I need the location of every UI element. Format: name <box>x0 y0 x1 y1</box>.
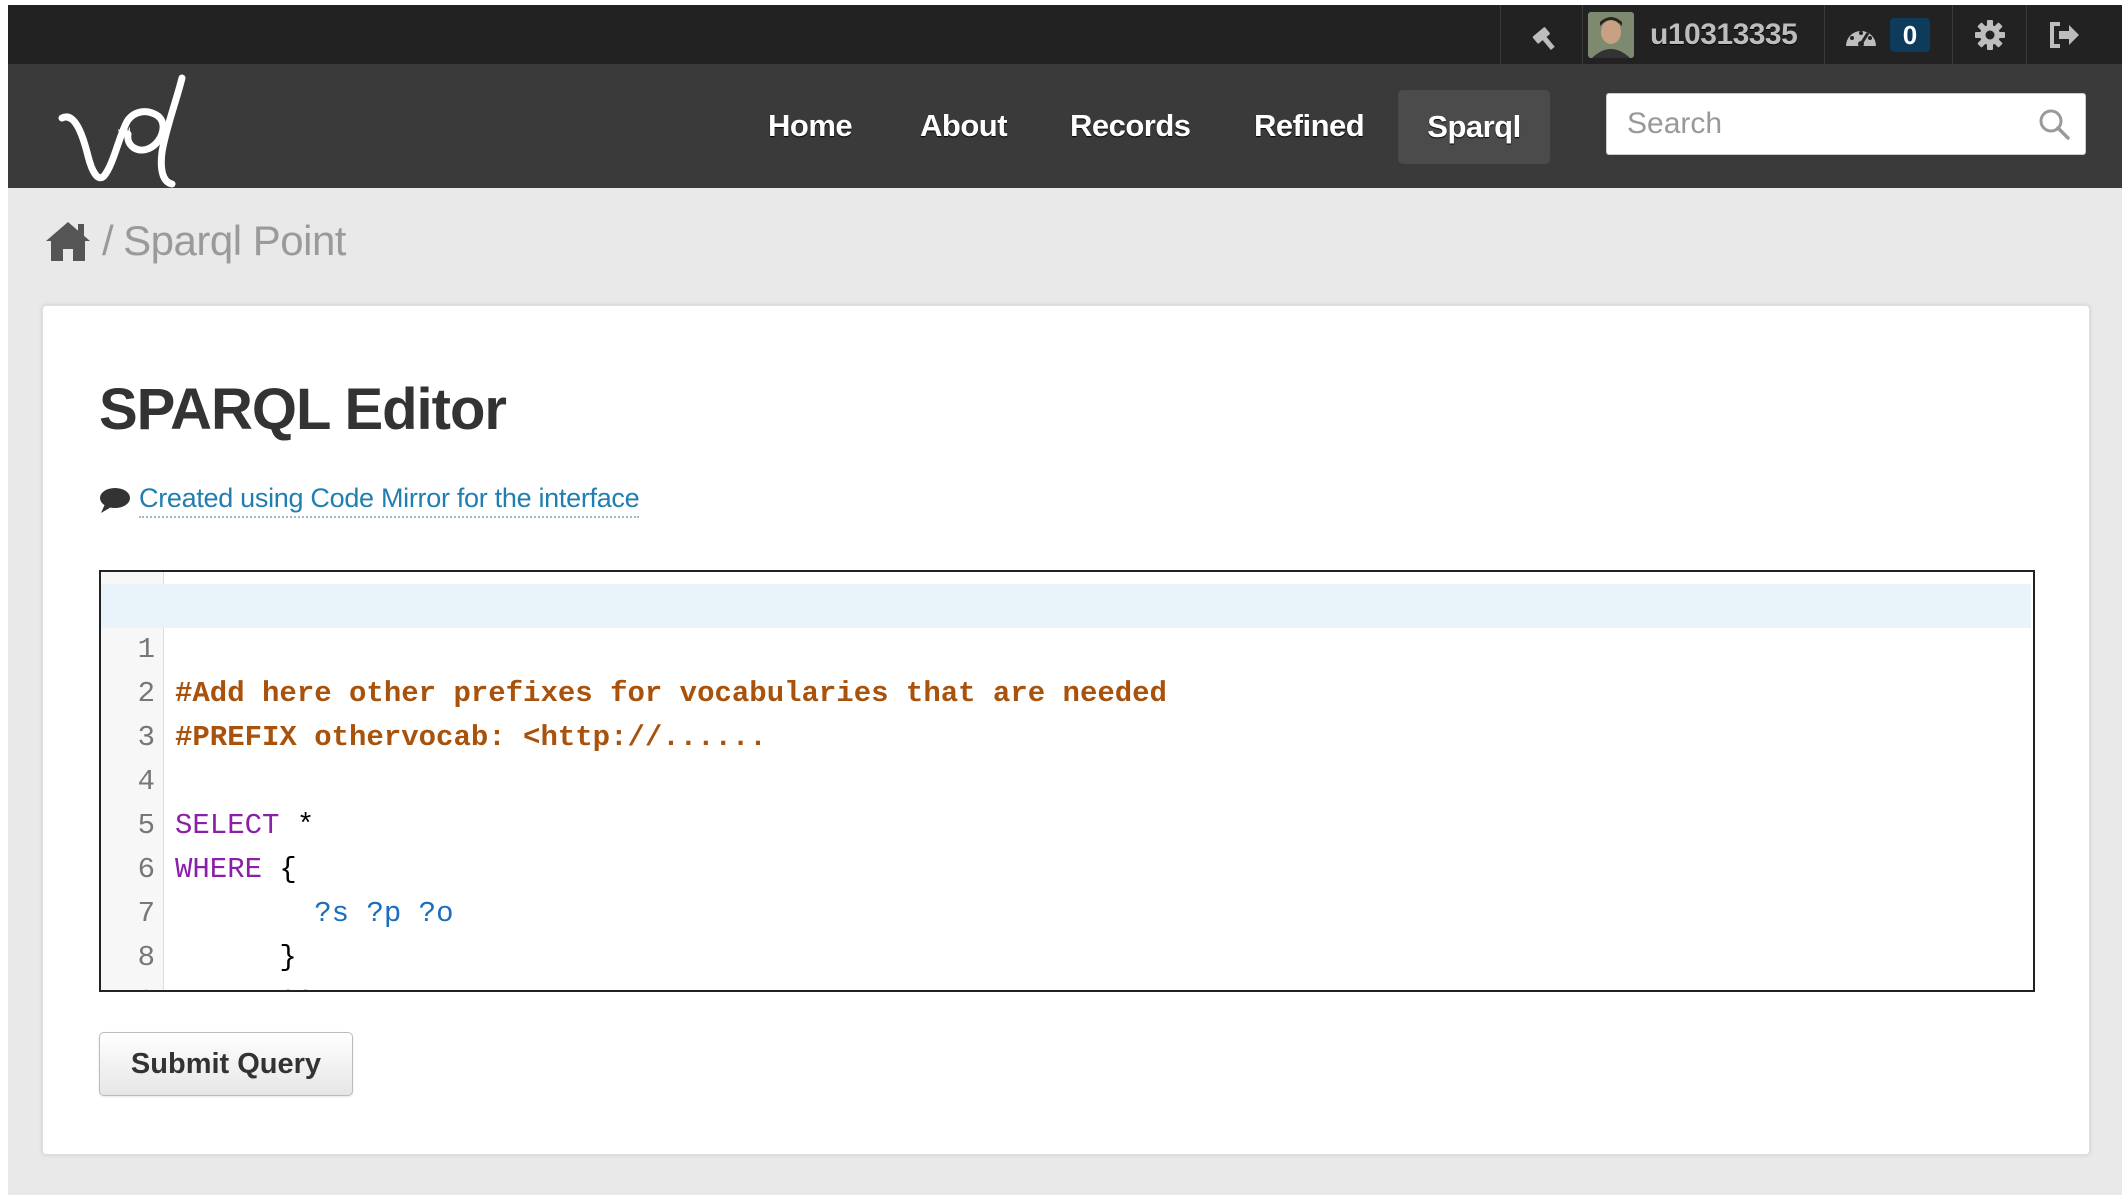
breadcrumb: / Sparql Point <box>44 211 346 271</box>
code-line: 5 WHERE { <box>101 760 2031 886</box>
user-menu[interactable]: u10313335 <box>1588 5 1798 64</box>
search-input[interactable] <box>1607 94 2027 154</box>
sparql-code-editor[interactable]: 1 #Add here other prefixes for vocabular… <box>99 570 2035 992</box>
dashboard-icon[interactable] <box>1834 5 1888 64</box>
code-line: 8 LIMIT 20 <box>101 892 2031 990</box>
top-utility-bar: u10313335 0 <box>8 5 2122 65</box>
comment-icon <box>100 488 130 513</box>
nav-sparql[interactable]: Sparql <box>1398 90 1550 164</box>
nav-records[interactable]: Records <box>1070 64 1191 188</box>
code-line: 4 SELECT * <box>101 716 2031 842</box>
gear-icon[interactable] <box>1962 5 2018 64</box>
code-line: 2 #PREFIX othervocab: <http://...... <box>101 628 2031 754</box>
nav-home[interactable]: Home <box>768 64 853 188</box>
divider <box>1824 5 1825 64</box>
nav-about[interactable]: About <box>920 64 1008 188</box>
site-logo[interactable]: vd <box>54 72 194 190</box>
logout-icon[interactable] <box>2036 5 2092 64</box>
nav-refined[interactable]: Refined <box>1254 64 1365 188</box>
divider <box>1582 5 1583 64</box>
divider <box>1500 5 1501 64</box>
home-icon[interactable] <box>44 219 92 263</box>
code-line: 6 ?s ?p ?o <box>101 804 2031 930</box>
code-line: 7 } <box>101 848 2031 974</box>
divider <box>2026 5 2027 64</box>
page: u10313335 0 vd Home About Records Refine… <box>8 5 2122 1195</box>
code-line: 9 <box>101 936 2031 990</box>
main-navbar: vd Home About Records Refined Sparql <box>8 64 2122 188</box>
page-title: SPARQL Editor <box>99 377 507 442</box>
search-box <box>1606 93 2086 155</box>
search-icon[interactable] <box>2037 107 2071 141</box>
code-line: 1 #Add here other prefixes for vocabular… <box>101 584 2031 710</box>
divider <box>1952 5 1953 64</box>
username[interactable]: u10313335 <box>1650 18 1798 52</box>
hammer-icon[interactable] <box>1520 5 1574 64</box>
breadcrumb-current: Sparql Point <box>123 217 346 264</box>
content-panel: SPARQL Editor Created using Code Mirror … <box>42 305 2090 1155</box>
code-line: 3 <box>101 672 2031 754</box>
line-number: 9 <box>101 980 155 990</box>
notification-badge[interactable]: 0 <box>1890 18 1930 52</box>
credit-line: Created using Code Mirror for the interf… <box>99 480 640 520</box>
codemirror-link[interactable]: Created using Code Mirror for the interf… <box>139 483 640 518</box>
submit-query-button[interactable]: Submit Query <box>99 1032 353 1096</box>
logo-text: vd <box>118 125 131 139</box>
avatar <box>1588 11 1634 58</box>
breadcrumb-separator: / <box>102 217 114 264</box>
